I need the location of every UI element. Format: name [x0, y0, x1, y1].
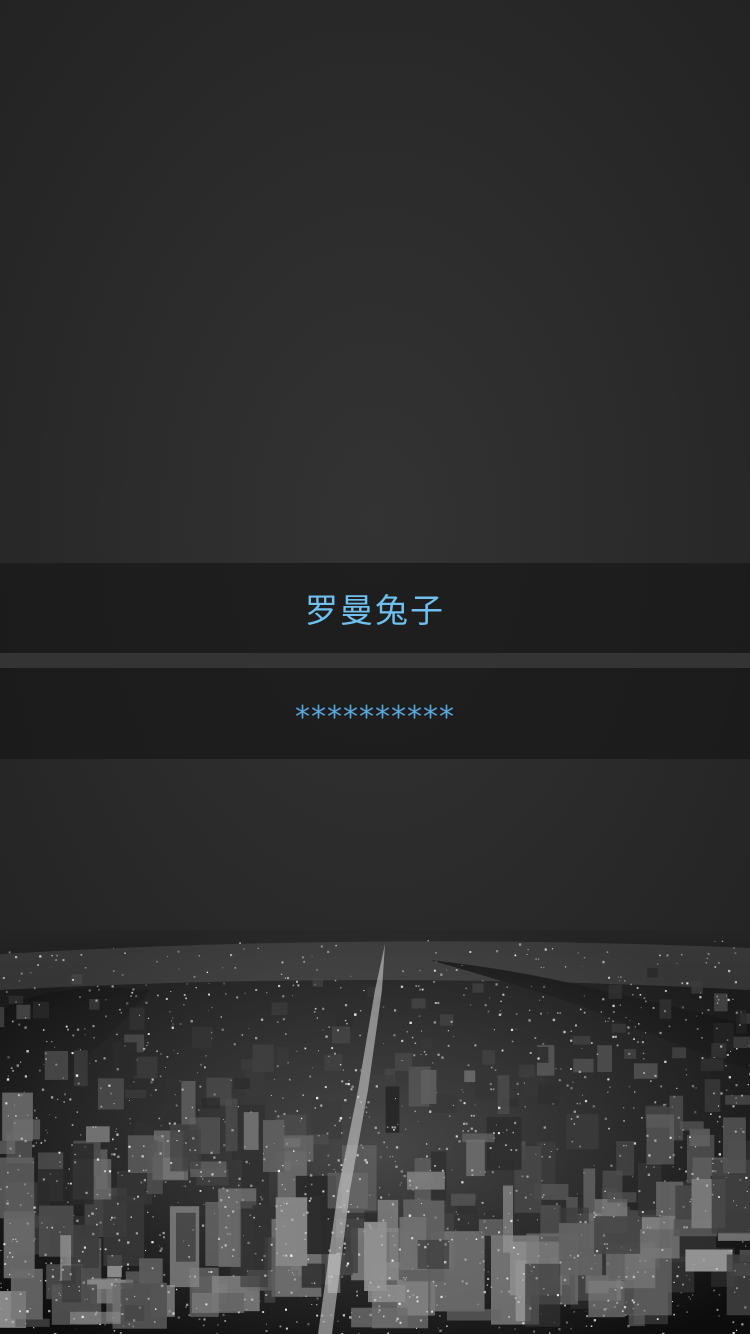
password-value: **********: [295, 700, 455, 735]
city-skyline-image: [0, 930, 750, 1334]
night-city-skyline-photo: [0, 930, 750, 1334]
field-divider: [0, 653, 750, 668]
username-field[interactable]: 罗曼兔子: [0, 563, 750, 653]
username-value: 罗曼兔子: [305, 591, 445, 630]
password-field[interactable]: **********: [0, 668, 750, 759]
login-screen: 罗曼兔子 **********: [0, 0, 750, 1334]
